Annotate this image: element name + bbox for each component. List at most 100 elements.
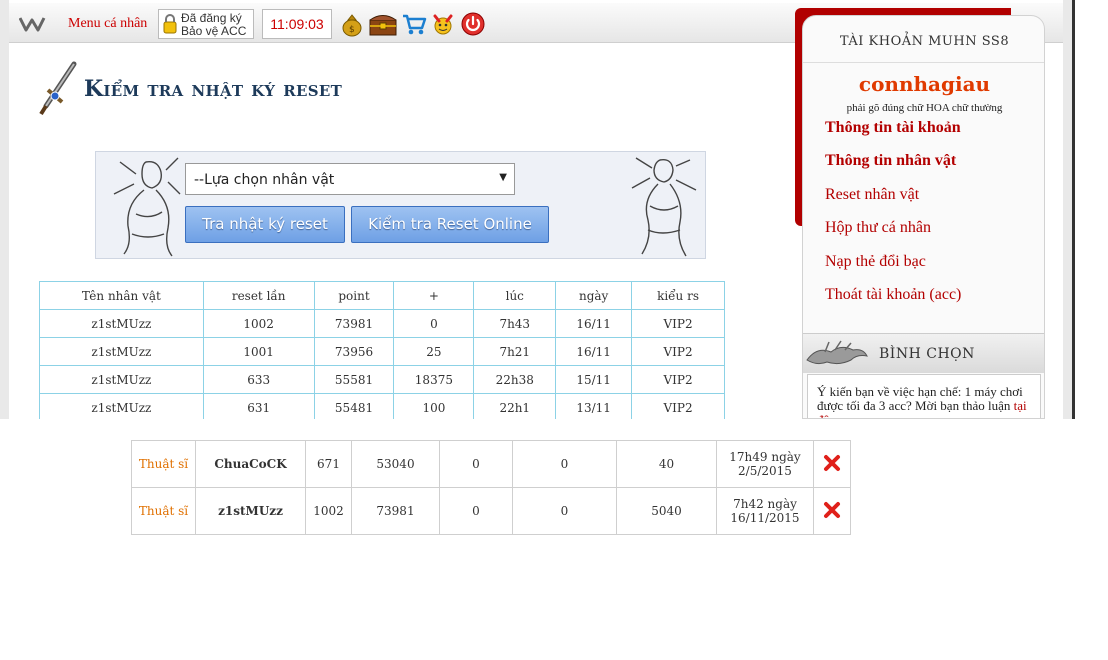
- reset-cell: 1002: [305, 487, 352, 535]
- main-window: Menu cá nhân Đã đăng ký Bảo vệ ACC 11:09…: [0, 0, 1108, 419]
- cell: z1stMUzz: [39, 309, 204, 338]
- dropdown-arrow-icon: ▼: [499, 172, 507, 183]
- page-title: Kiểm tra nhật ký reset: [84, 76, 343, 102]
- cell: 631: [202, 393, 315, 419]
- col-header: ngày: [555, 281, 633, 310]
- col-header: Tên nhân vật: [39, 281, 204, 310]
- warrior-sketch-right-icon: [631, 157, 697, 257]
- reset-online-table: Thuật sĩ ChuaCoCK 671 53040 0 0 40 17h49…: [131, 440, 851, 535]
- table-row: z1stMUzz 1002 73981 0 7h43 16/11 VIP2: [39, 309, 725, 338]
- cell: VIP2: [631, 365, 725, 394]
- server-clock: 11:09:03: [262, 9, 332, 39]
- cell: 1002: [202, 309, 315, 338]
- vote-question: Ý kiến bạn về việc hạn chế: 1 máy chơi đ…: [817, 384, 1023, 413]
- value-cell: 5040: [616, 487, 717, 535]
- cell: 16/11: [555, 309, 633, 338]
- name-cell: z1stMUzz: [195, 487, 306, 535]
- class-cell: Thuật sĩ: [131, 487, 196, 535]
- col-header: reset lần: [202, 281, 315, 310]
- time-text: 7h42 ngày: [733, 497, 797, 511]
- delete-icon[interactable]: [823, 501, 841, 519]
- date-text: 2/5/2015: [738, 464, 792, 478]
- col-header: kiểu rs: [631, 281, 725, 310]
- col-header: lúc: [473, 281, 557, 310]
- class-cell: Thuật sĩ: [131, 440, 196, 488]
- time-text: 17h49 ngày: [729, 450, 801, 464]
- table-row: z1stMUzz 633 55581 18375 22h38 15/11 VIP…: [39, 365, 725, 394]
- value-cell: 0: [439, 440, 513, 488]
- cell: VIP2: [631, 337, 725, 366]
- delete-cell: [813, 440, 851, 488]
- menu-account-info[interactable]: Thông tin tài khoản: [825, 119, 961, 137]
- cell: 7h43: [473, 309, 557, 338]
- left-gutter: [0, 0, 9, 419]
- account-heading: TÀI KHOẢN MUHN SS8: [839, 34, 1010, 49]
- table-header-row: Tên nhân vật reset lần point + lúc ngày …: [39, 281, 725, 310]
- username: connhagiau: [858, 72, 991, 96]
- menu-inbox[interactable]: Hộp thư cá nhân: [825, 219, 931, 237]
- cell: 73981: [313, 309, 395, 338]
- sword-icon: [39, 61, 77, 116]
- lock-icon: [163, 14, 177, 34]
- table-row: Thuật sĩ ChuaCoCK 671 53040 0 0 40 17h49…: [131, 440, 851, 488]
- delete-icon[interactable]: [823, 454, 841, 472]
- table-row: Thuật sĩ z1stMUzz 1002 73981 0 0 5040 7h…: [131, 487, 851, 535]
- cell: 25: [393, 337, 475, 366]
- vote-heading: BÌNH CHỌN: [879, 346, 975, 362]
- cell: 100: [393, 393, 475, 419]
- cell: 15/11: [555, 365, 633, 394]
- menu-topup[interactable]: Nạp thẻ đổi bạc: [825, 253, 926, 271]
- treasure-chest-icon[interactable]: [368, 11, 398, 37]
- personal-menu-link[interactable]: Menu cá nhân: [68, 16, 147, 32]
- cell: 55581: [313, 365, 395, 394]
- site-logo-icon[interactable]: [19, 15, 47, 33]
- cell: z1stMUzz: [39, 337, 204, 366]
- character-select[interactable]: --Lựa chọn nhân vật ▼: [185, 163, 515, 195]
- cell: 55481: [313, 393, 395, 419]
- table-row: z1stMUzz 1001 73956 25 7h21 16/11 VIP2: [39, 337, 725, 366]
- cell: 18375: [393, 365, 475, 394]
- svg-text:$: $: [349, 25, 355, 35]
- cell: 22h38: [473, 365, 557, 394]
- dragon-icon: [806, 340, 868, 365]
- cell: 22h1: [473, 393, 557, 419]
- account-sidebar: TÀI KHOẢN MUHN SS8 connhagiau phải gõ đú…: [795, 8, 1045, 419]
- vote-question-box: Ý kiến bạn về việc hạn chế: 1 máy chơi đ…: [807, 374, 1041, 418]
- power-icon[interactable]: [460, 11, 486, 37]
- reset-log-table: Tên nhân vật reset lần point + lúc ngày …: [39, 281, 725, 419]
- point-cell: 73981: [351, 487, 440, 535]
- cell: z1stMUzz: [39, 365, 204, 394]
- right-gutter: [1063, 0, 1072, 419]
- cell: VIP2: [631, 309, 725, 338]
- window-edge: [1072, 0, 1075, 419]
- cell: 1001: [202, 337, 315, 366]
- lucky-charm-icon[interactable]: [430, 11, 456, 37]
- menu-character-info[interactable]: Thông tin nhân vật: [825, 152, 956, 170]
- vote-heading-bar: BÌNH CHỌN: [803, 333, 1044, 373]
- cell: 73956: [313, 337, 395, 366]
- account-protect-box[interactable]: Đã đăng ký Bảo vệ ACC: [158, 9, 254, 39]
- cell: 16/11: [555, 337, 633, 366]
- check-reset-online-button[interactable]: Kiểm tra Reset Online: [351, 206, 549, 243]
- value-cell: 0: [512, 487, 617, 535]
- value-cell: 40: [616, 440, 717, 488]
- name-cell: ChuaCoCK: [195, 440, 306, 488]
- cell: 633: [202, 365, 315, 394]
- cell: 0: [393, 309, 475, 338]
- time-cell: 17h49 ngày 2/5/2015: [716, 440, 814, 488]
- money-bag-icon[interactable]: $: [339, 11, 365, 37]
- date-text: 16/11/2015: [730, 511, 800, 525]
- cell: VIP2: [631, 393, 725, 419]
- check-reset-log-button[interactable]: Tra nhật ký reset: [185, 206, 345, 243]
- delete-cell: [813, 487, 851, 535]
- col-header: +: [393, 281, 475, 310]
- time-cell: 7h42 ngày 16/11/2015: [716, 487, 814, 535]
- shopping-cart-icon[interactable]: [401, 11, 427, 37]
- cell: 13/11: [555, 393, 633, 419]
- col-header: point: [313, 281, 395, 310]
- value-cell: 0: [512, 440, 617, 488]
- menu-reset-character[interactable]: Reset nhân vật: [825, 186, 919, 204]
- value-cell: 0: [439, 487, 513, 535]
- menu-logout[interactable]: Thoát tài khoản (acc): [825, 286, 961, 304]
- case-sensitivity-note: phải gõ đúng chữ HOA chữ thường: [846, 102, 1003, 114]
